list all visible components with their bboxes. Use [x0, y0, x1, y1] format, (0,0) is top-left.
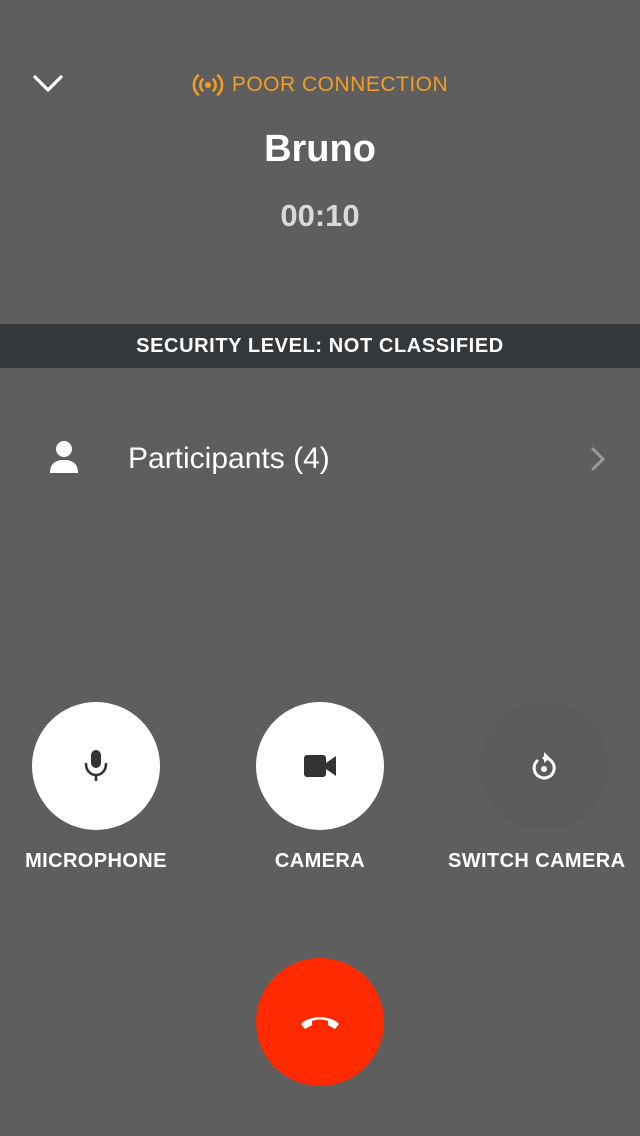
camera-button[interactable] [256, 702, 384, 830]
hangup-button[interactable] [256, 958, 384, 1086]
security-level-bar: SECURITY LEVEL: NOT CLASSIFIED [0, 324, 640, 368]
connection-status-label: POOR CONNECTION [231, 73, 449, 96]
participants-row[interactable]: Participants (4) [0, 420, 640, 498]
phone-hangup-icon [301, 1017, 339, 1029]
chevron-right-icon [591, 447, 605, 471]
microphone-button[interactable] [32, 702, 160, 830]
switch-camera-button[interactable] [480, 702, 608, 830]
participants-label: Participants (4) [128, 442, 330, 475]
switch-camera-label: SWITCH CAMERA [448, 850, 626, 872]
security-level-label: SECURITY LEVEL: NOT CLASSIFIED [136, 334, 504, 357]
video-camera-icon [304, 755, 336, 777]
camera-label: CAMERA [274, 850, 366, 872]
signal-broadcast-icon [192, 74, 224, 96]
microphone-label: MICROPHONE [25, 850, 167, 872]
caller-name: Bruno [264, 128, 376, 170]
person-icon [50, 441, 78, 473]
connection-status: POOR CONNECTION [0, 70, 640, 100]
microphone-icon [84, 750, 108, 781]
rotate-camera-icon [532, 752, 556, 780]
call-timer: 00:10 [280, 198, 360, 233]
